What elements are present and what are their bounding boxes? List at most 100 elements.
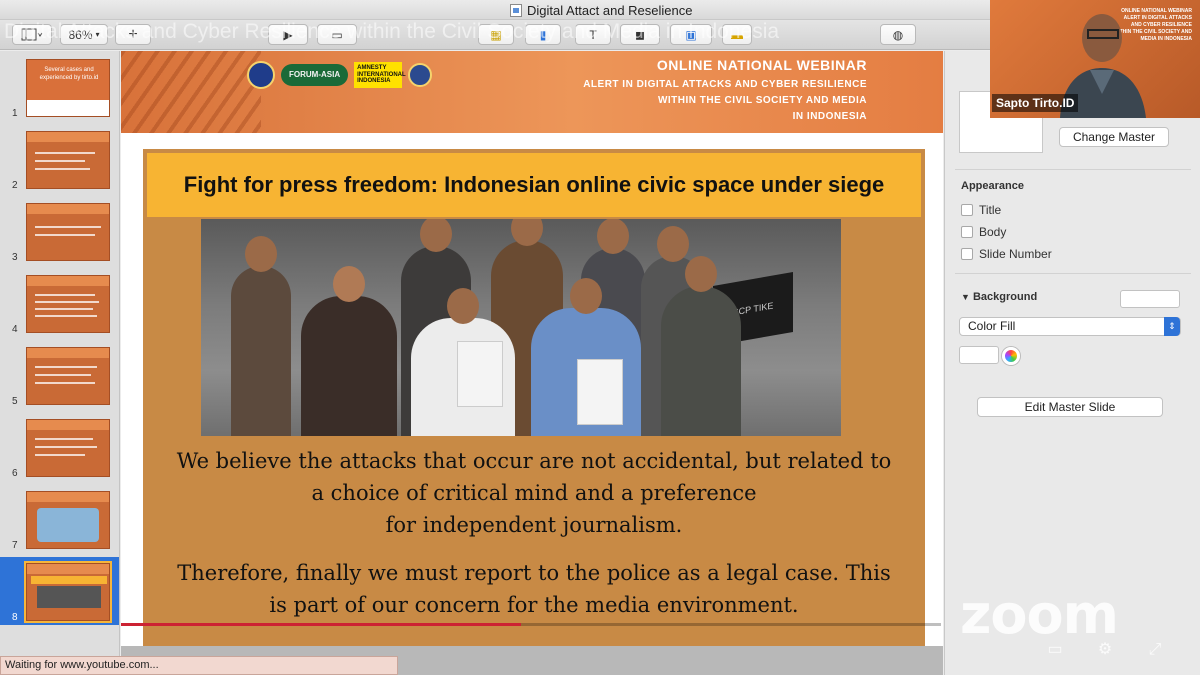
slide-thumbnail-image xyxy=(26,203,110,261)
keynote-live-button[interactable]: ▭ xyxy=(317,24,357,45)
slide-canvas[interactable]: FORUM-ASIA AMNESTY INTERNATIONAL INDONES… xyxy=(121,51,943,675)
zoom-menu-button[interactable]: 86% ▾ xyxy=(60,24,108,45)
paragraph-2: Therefore, finally we must report to the… xyxy=(143,557,925,621)
background-color-well[interactable] xyxy=(1120,290,1180,308)
title-checkbox[interactable] xyxy=(961,204,973,216)
table-button[interactable]: ▦ xyxy=(478,24,514,45)
document-paper xyxy=(577,359,623,425)
slide-thumbnail[interactable]: 3 xyxy=(0,197,119,265)
webinar-header-text: ONLINE NATIONAL WEBINAR ALERT IN DIGITAL… xyxy=(583,57,867,125)
media-button[interactable]: ▣ xyxy=(670,24,712,45)
slide-number-checkbox-label: Slide Number xyxy=(979,247,1052,261)
window-title: Digital Attact and Reselience xyxy=(510,3,692,18)
slide-thumbnail[interactable]: 2 xyxy=(0,125,119,193)
text-button[interactable]: T xyxy=(575,24,611,45)
thumb-title: Several cases and experienced by tirto.i… xyxy=(39,67,99,81)
slide-thumbnail-image: Several cases and experienced by tirto.i… xyxy=(26,59,110,117)
play-icon: ▶ xyxy=(283,27,293,42)
fill-type-value: Color Fill xyxy=(968,319,1016,333)
webinar-subtitle-3: IN INDONESIA xyxy=(792,111,867,122)
zoom-watermark: zoom xyxy=(960,583,1119,646)
body-checkbox-row[interactable]: Body xyxy=(961,225,1006,239)
slide-thumbnail-image xyxy=(26,275,110,333)
slide-thumbnail-image xyxy=(26,491,110,549)
sidebar-view-icon xyxy=(21,28,43,40)
collaborate-icon: ◍ xyxy=(892,27,904,42)
background-heading[interactable]: ▼ Background xyxy=(961,291,1037,303)
disclosure-triangle-icon: ▼ xyxy=(961,292,970,302)
view-button[interactable] xyxy=(12,24,52,45)
body-checkbox-label: Body xyxy=(979,225,1007,239)
fill-color-well[interactable] xyxy=(959,346,999,364)
slide-title-box[interactable]: Fight for press freedom: Indonesian onli… xyxy=(147,153,921,217)
slide-thumbnail[interactable]: 4 xyxy=(0,269,119,337)
slide-number-checkbox[interactable] xyxy=(961,248,973,260)
slide-number: 8 xyxy=(12,612,18,623)
current-slide[interactable]: FORUM-ASIA AMNESTY INTERNATIONAL INDONES… xyxy=(121,51,943,646)
photo-person xyxy=(301,266,397,436)
slide-thumbnail-selected[interactable]: 8 xyxy=(0,557,119,625)
webinar-title: ONLINE NATIONAL WEBINAR xyxy=(656,57,867,73)
table-icon: ▦ xyxy=(490,27,502,42)
forum-asia-logo: FORUM-ASIA xyxy=(281,64,349,86)
paragraph-1-line-2: a choice of critical mind and a preferen… xyxy=(311,481,757,505)
body-checkbox[interactable] xyxy=(961,226,973,238)
participant-name-label: Sapto Tirto.ID xyxy=(992,94,1079,112)
zoom-value: 86% xyxy=(68,27,93,42)
leaf-decoration xyxy=(121,51,261,133)
change-master-button[interactable]: Change Master xyxy=(1059,127,1169,147)
window-title-text: Digital Attact and Reselience xyxy=(527,3,693,18)
slide-number: 4 xyxy=(12,324,18,335)
captions-icon[interactable]: ▭ xyxy=(1044,640,1066,660)
video-progress-played[interactable] xyxy=(121,623,521,626)
add-slide-button[interactable]: + xyxy=(115,24,151,45)
background-label: Background xyxy=(972,291,1038,303)
paragraph-1-line-1: We believe the attacks that occur are no… xyxy=(176,449,892,473)
slide-thumbnail[interactable]: 6 xyxy=(0,413,119,481)
edit-master-slide-button[interactable]: Edit Master Slide xyxy=(977,397,1163,417)
document-icon xyxy=(510,4,522,17)
webinar-subtitle-2: WITHIN THE CIVIL SOCIETY AND MEDIA xyxy=(657,95,867,106)
slide-number: 5 xyxy=(12,396,18,407)
fullscreen-icon[interactable]: ⤢ xyxy=(1144,640,1166,660)
media-icon: ▣ xyxy=(685,27,697,42)
color-wheel-icon[interactable] xyxy=(1002,347,1020,365)
video-progress-track[interactable] xyxy=(521,623,941,626)
slide-thumbnail-image xyxy=(26,131,110,189)
comment-button[interactable]: ▬ xyxy=(722,24,752,45)
comment-icon: ▬ xyxy=(731,27,743,42)
paragraph-1: We believe the attacks that occur are no… xyxy=(143,445,925,541)
document-paper xyxy=(457,341,503,407)
slide-thumbnail[interactable]: 7 xyxy=(0,485,119,553)
slide-header-banner: FORUM-ASIA AMNESTY INTERNATIONAL INDONES… xyxy=(121,51,943,133)
fill-type-select[interactable]: Color Fill ⇕ xyxy=(959,317,1181,336)
slide-thumbnail-image xyxy=(24,561,112,623)
text-icon: T xyxy=(589,27,597,42)
inspector-panel: Change Master Appearance Title Body Slid… xyxy=(944,51,1200,675)
keynote-window: Digital Attact and Reselience 86% ▾ + ▶ … xyxy=(0,0,1200,675)
slide-number: 6 xyxy=(12,468,18,479)
slide-title: Fight for press freedom: Indonesian onli… xyxy=(183,172,885,197)
collaborate-button[interactable]: ◍ xyxy=(880,24,916,45)
organization-logo xyxy=(408,63,433,87)
webinar-subtitle-1: ALERT IN DIGITAL ATTACKS AND CYBER RESIL… xyxy=(583,79,867,90)
slide-thumbnail-image xyxy=(26,347,110,405)
title-checkbox-row[interactable]: Title xyxy=(961,203,1001,217)
play-button[interactable]: ▶ xyxy=(268,24,308,45)
slide-number: 3 xyxy=(12,252,18,263)
slide-thumbnail-image xyxy=(26,419,110,477)
slide-thumbnail[interactable]: 5 xyxy=(0,341,119,409)
chart-button[interactable]: ▮ xyxy=(525,24,561,45)
slide-number: 7 xyxy=(12,540,18,551)
slide-thumbnail[interactable]: Several cases and experienced by tirto.i… xyxy=(0,53,119,121)
slide-number-checkbox-row[interactable]: Slide Number xyxy=(961,247,1052,261)
press-conference-photo[interactable]: SCP TIKE xyxy=(201,219,841,436)
change-master-label: Change Master xyxy=(1072,130,1156,144)
slide-content: Fight for press freedom: Indonesian onli… xyxy=(143,149,925,646)
zoom-participant-video[interactable]: ONLINE NATIONAL WEBINAR ALERT IN DIGITAL… xyxy=(990,0,1200,118)
divider xyxy=(955,273,1191,274)
slide-navigator[interactable]: Several cases and experienced by tirto.i… xyxy=(0,51,120,675)
settings-gear-icon[interactable]: ⚙ xyxy=(1094,640,1116,660)
shape-icon: ◼ xyxy=(635,27,645,42)
shape-button[interactable]: ◼ xyxy=(620,24,660,45)
